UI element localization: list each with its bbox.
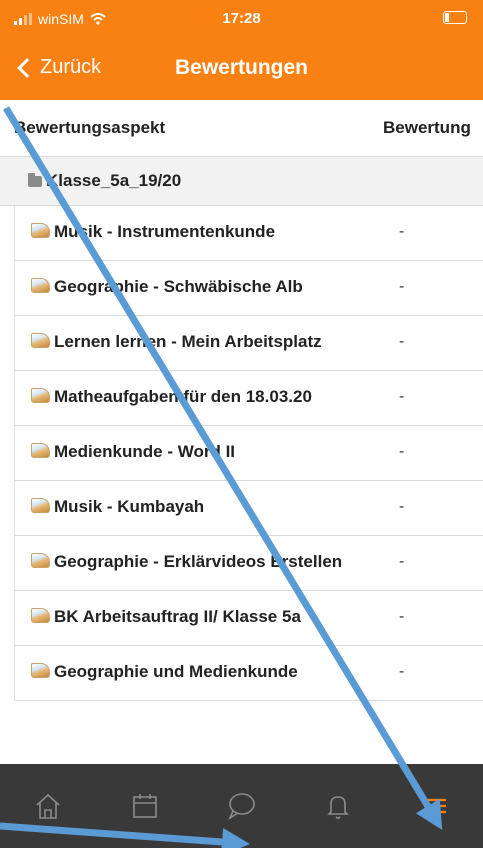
item-name: Matheaufgaben für den 18.03.20 bbox=[54, 387, 312, 406]
item-grade: - bbox=[399, 608, 405, 625]
tab-home[interactable] bbox=[23, 781, 73, 831]
table-row[interactable]: Geographie - Schwäbische Alb - bbox=[15, 261, 483, 316]
tab-notifications[interactable] bbox=[313, 781, 363, 831]
status-bar: winSIM 17:28 bbox=[0, 0, 483, 38]
item-name: Geographie - Erklärvideos Erstellen bbox=[54, 552, 343, 571]
menu-icon bbox=[423, 798, 446, 814]
item-grade: - bbox=[399, 443, 405, 460]
grades-table: Bewertungsaspekt Bewertung Klasse_5a_19/… bbox=[0, 100, 483, 764]
item-list: Musik - Instrumentenkunde - Geographie -… bbox=[14, 206, 483, 701]
table-row[interactable]: Musik - Kumbayah - bbox=[15, 481, 483, 536]
assignment-icon bbox=[31, 388, 50, 403]
header-grade: Bewertung bbox=[383, 118, 471, 137]
assignment-icon bbox=[31, 223, 50, 238]
page-title: Bewertungen bbox=[174, 56, 308, 79]
item-name: Lernen lernen - Mein Arbeitsplatz bbox=[54, 332, 322, 351]
item-name: BK Arbeitsauftrag II/ Klasse 5a bbox=[54, 607, 301, 626]
item-grade: - bbox=[399, 388, 405, 405]
table-row[interactable]: Medienkunde - Word II - bbox=[15, 426, 483, 481]
table-row[interactable]: Musik - Instrumentenkunde - bbox=[15, 206, 483, 261]
tab-messages[interactable] bbox=[216, 781, 266, 831]
item-grade: - bbox=[399, 278, 405, 295]
assignment-icon bbox=[31, 608, 50, 623]
item-name: Musik - Instrumentenkunde bbox=[54, 222, 276, 241]
assignment-icon bbox=[31, 663, 50, 678]
item-name: Medienkunde - Word II bbox=[54, 442, 236, 461]
assignment-icon bbox=[31, 443, 50, 458]
item-grade: - bbox=[399, 223, 405, 240]
battery-icon bbox=[443, 11, 467, 24]
item-grade: - bbox=[399, 498, 405, 515]
table-header: Bewertungsaspekt Bewertung bbox=[0, 100, 483, 157]
header-aspect: Bewertungsaspekt bbox=[14, 118, 166, 137]
table-row[interactable]: Geographie - Erklärvideos Erstellen - bbox=[15, 536, 483, 591]
calendar-icon bbox=[133, 794, 157, 818]
category-label: Klasse_5a_19/20 bbox=[46, 171, 182, 190]
folder-icon bbox=[28, 172, 42, 187]
table-row[interactable]: Lernen lernen - Mein Arbeitsplatz - bbox=[15, 316, 483, 371]
item-grade: - bbox=[399, 663, 405, 680]
item-grade: - bbox=[399, 553, 405, 570]
home-icon bbox=[36, 793, 60, 819]
item-grade: - bbox=[399, 333, 405, 350]
table-row[interactable]: BK Arbeitsauftrag II/ Klasse 5a - bbox=[15, 591, 483, 646]
item-name: Musik - Kumbayah bbox=[54, 497, 205, 516]
table-row[interactable]: Matheaufgaben für den 18.03.20 - bbox=[15, 371, 483, 426]
nav-bar: Zurück Bewertungen bbox=[0, 38, 483, 100]
messages-icon bbox=[228, 793, 256, 821]
clock: 17:28 bbox=[222, 10, 261, 27]
item-name: Geographie und Medienkunde bbox=[54, 662, 298, 681]
tab-menu[interactable] bbox=[410, 781, 460, 831]
tab-bar bbox=[0, 764, 483, 848]
assignment-icon bbox=[31, 278, 50, 293]
item-name: Geographie - Schwäbische Alb bbox=[54, 277, 303, 296]
category-row: Klasse_5a_19/20 bbox=[0, 157, 483, 206]
assignment-icon bbox=[31, 553, 50, 568]
table-row[interactable]: Geographie und Medienkunde - bbox=[15, 646, 483, 701]
notifications-icon bbox=[327, 796, 350, 819]
assignment-icon bbox=[31, 333, 50, 348]
assignment-icon bbox=[31, 498, 50, 513]
tab-calendar[interactable] bbox=[120, 781, 170, 831]
